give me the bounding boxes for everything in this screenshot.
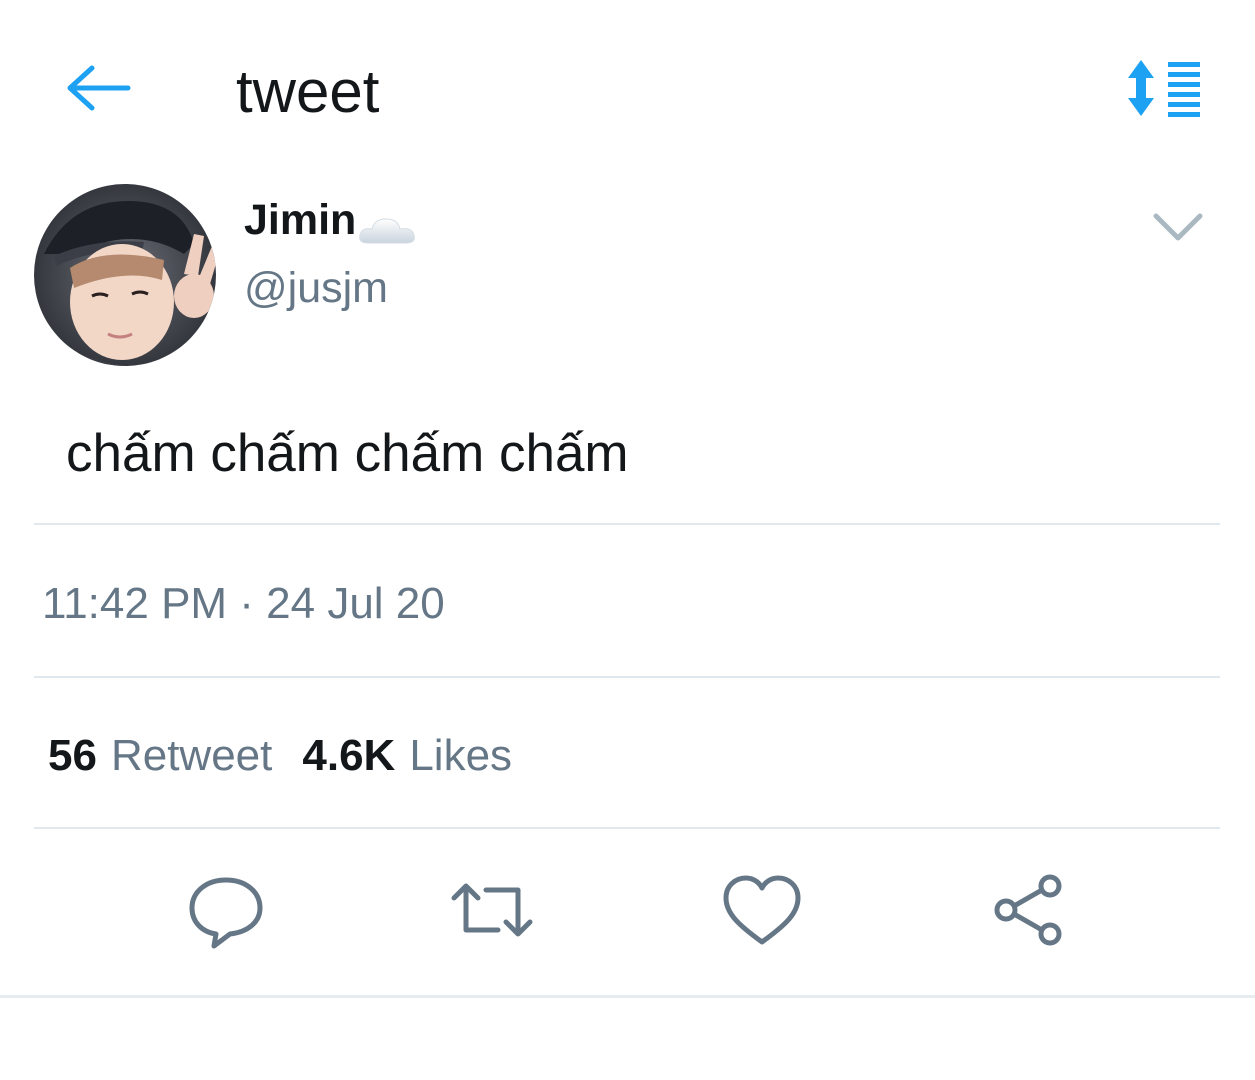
share-icon[interactable] [988,868,1072,952]
tweet-stats: 56 Retweet 4.6K Likes [48,726,512,786]
tweet-text: chấm chấm chấm chấm [66,424,629,483]
back-arrow-icon[interactable] [62,58,134,118]
cloud-icon [358,206,416,244]
divider [34,676,1220,678]
avatar[interactable] [34,184,216,366]
likes-stat[interactable]: 4.6K Likes [302,726,512,786]
retweet-count: 56 [48,731,97,780]
retweet-label: Retweet [110,731,273,780]
page-title: tweet [236,58,380,125]
divider [34,827,1220,829]
retweet-icon[interactable] [450,868,534,952]
like-icon[interactable] [720,868,804,952]
divider [0,995,1255,998]
retweet-stat[interactable]: 56 Retweet [48,726,272,786]
display-name-text: Jimin [244,196,357,244]
author-display-name[interactable]: Jimin [244,193,416,247]
chevron-down-icon[interactable] [1150,206,1206,246]
divider [34,523,1220,525]
author-handle[interactable]: @jusjm [244,260,388,316]
sort-lines-icon[interactable] [1124,56,1204,120]
likes-label: Likes [409,731,513,780]
tweet-timestamp: 11:42 PM · 24 Jul 20 [42,579,445,628]
likes-count: 4.6K [302,731,396,780]
reply-icon[interactable] [184,868,268,952]
